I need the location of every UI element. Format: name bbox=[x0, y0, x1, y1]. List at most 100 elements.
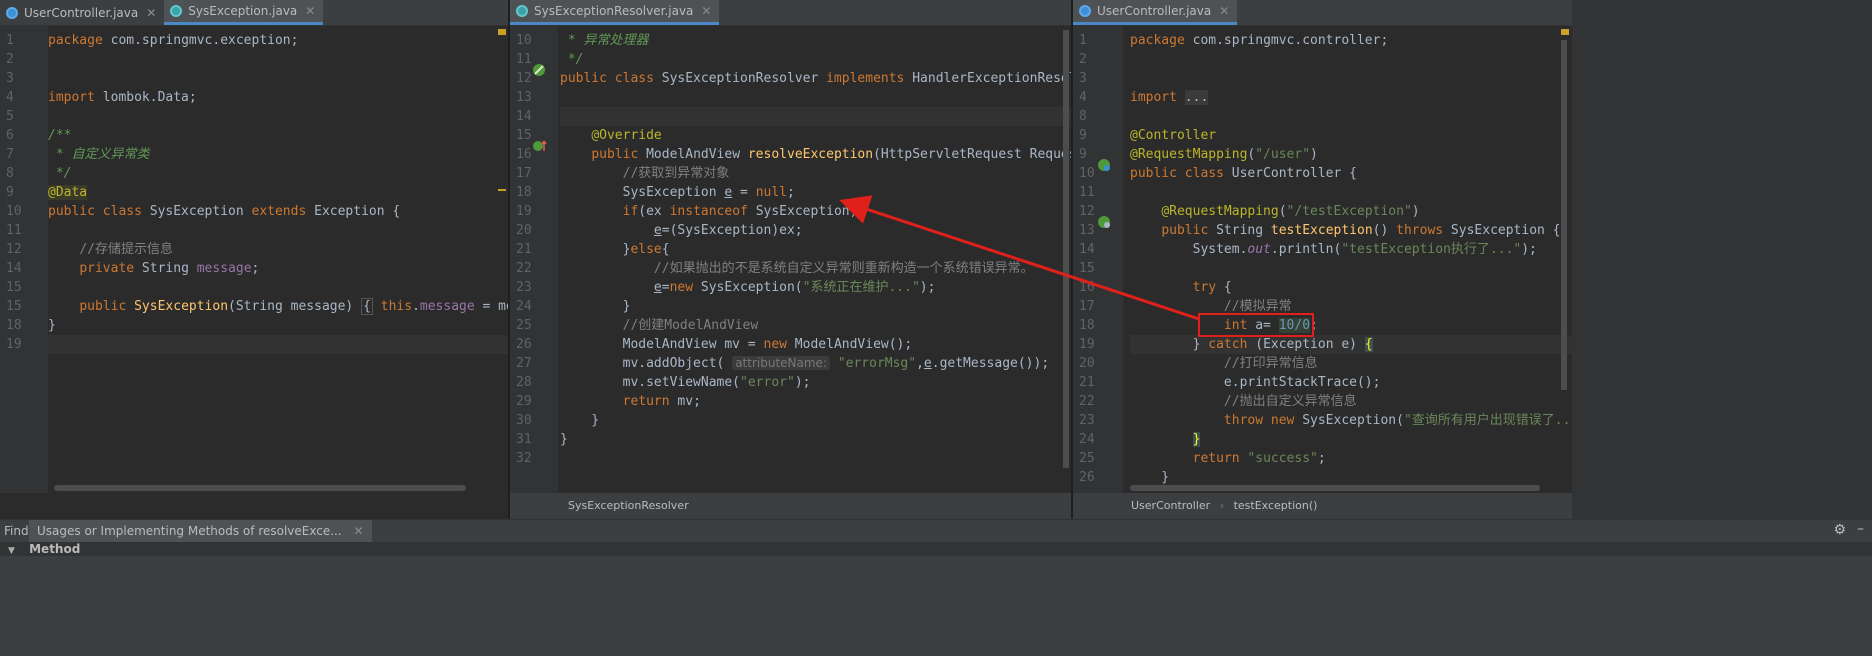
code-line[interactable]: e=(SysException)ex; bbox=[560, 221, 1071, 240]
code-line[interactable]: SysException e = null; bbox=[560, 183, 1071, 202]
code-line[interactable] bbox=[48, 221, 508, 240]
close-icon[interactable]: ✕ bbox=[354, 524, 364, 538]
minimize-icon[interactable]: – bbox=[1857, 521, 1864, 537]
warning-marker[interactable] bbox=[498, 29, 506, 35]
code-line[interactable]: if(ex instanceof SysException){ bbox=[560, 202, 1071, 221]
code-line[interactable]: @Controller bbox=[1130, 126, 1572, 145]
line-number: 24 bbox=[1079, 432, 1095, 447]
close-icon[interactable]: ✕ bbox=[146, 6, 156, 20]
code-line[interactable]: //抛出自定义异常信息 bbox=[1130, 392, 1572, 411]
code-line[interactable] bbox=[560, 88, 1071, 107]
code-line[interactable]: /** bbox=[48, 126, 508, 145]
code-line[interactable]: throw new SysException("查询所有用户出现错误了...")… bbox=[1130, 411, 1572, 430]
code-line[interactable] bbox=[1130, 50, 1572, 69]
line-number: 1 bbox=[6, 33, 14, 48]
close-icon[interactable]: ✕ bbox=[701, 4, 711, 18]
code-editor[interactable]: package com.springmvc.controller; import … bbox=[1130, 25, 1572, 493]
horizontal-scrollbar[interactable] bbox=[1130, 485, 1540, 491]
implements-gutter-icon[interactable] bbox=[532, 63, 546, 82]
code-line[interactable]: //如果抛出的不是系统自定义异常则重新构造一个系统错误异常。 bbox=[560, 259, 1071, 278]
code-line[interactable]: //打印异常信息 bbox=[1130, 354, 1572, 373]
find-tree[interactable]: ▼ Method bbox=[0, 542, 1872, 556]
code-line[interactable]: System.out.println("testException执行了..."… bbox=[1130, 240, 1572, 259]
code-line[interactable]: * 自定义异常类 bbox=[48, 145, 508, 164]
code-line[interactable]: } catch (Exception e) { bbox=[1130, 335, 1572, 354]
code-line[interactable]: int a= 10/0; bbox=[1130, 316, 1572, 335]
code-line[interactable]: ModelAndView mv = new ModelAndView(); bbox=[560, 335, 1071, 354]
code-line[interactable]: public class SysExceptionResolver implem… bbox=[560, 69, 1071, 88]
code-line[interactable]: private String message; bbox=[48, 259, 508, 278]
expand-arrow-icon[interactable]: ▼ bbox=[8, 546, 15, 556]
tab-sysexception[interactable]: SysException.java ✕ bbox=[164, 0, 324, 25]
code-line[interactable]: return mv; bbox=[560, 392, 1071, 411]
breadcrumb-class[interactable]: SysExceptionResolver bbox=[568, 499, 689, 512]
warning-marker[interactable] bbox=[498, 189, 506, 191]
warning-marker[interactable] bbox=[1561, 29, 1569, 35]
code-line[interactable]: @Override bbox=[560, 126, 1071, 145]
code-editor[interactable]: * 异常处理器 */public class SysExceptionResol… bbox=[560, 25, 1071, 493]
code-line[interactable]: import ... bbox=[1130, 88, 1572, 107]
code-line[interactable]: } bbox=[560, 430, 1071, 449]
code-line[interactable]: @RequestMapping("/testException") bbox=[1130, 202, 1572, 221]
code-line[interactable]: e.printStackTrace(); bbox=[1130, 373, 1572, 392]
code-line[interactable]: @Data bbox=[48, 183, 508, 202]
code-line[interactable] bbox=[560, 107, 1071, 126]
code-line[interactable]: } bbox=[1130, 430, 1572, 449]
code-line[interactable]: */ bbox=[560, 50, 1071, 69]
code-line[interactable]: //存储提示信息 bbox=[48, 240, 508, 259]
breadcrumb-class[interactable]: UserController bbox=[1131, 499, 1210, 512]
code-line[interactable] bbox=[1130, 259, 1572, 278]
breadcrumb-method[interactable]: testException() bbox=[1234, 499, 1318, 512]
tab-usercontroller[interactable]: UserController.java ✕ bbox=[1073, 0, 1238, 25]
code-line[interactable] bbox=[48, 278, 508, 297]
code-line[interactable]: try { bbox=[1130, 278, 1572, 297]
code-line[interactable]: public ModelAndView resolveException(Htt… bbox=[560, 145, 1071, 164]
code-line[interactable] bbox=[1130, 183, 1572, 202]
vertical-scrollbar[interactable] bbox=[1063, 30, 1069, 468]
code-line[interactable]: //模拟异常 bbox=[1130, 297, 1572, 316]
code-line[interactable]: import lombok.Data; bbox=[48, 88, 508, 107]
code-line[interactable]: mv.addObject( attributeName: "errorMsg",… bbox=[560, 354, 1071, 373]
code-line[interactable]: //获取到异常对象 bbox=[560, 164, 1071, 183]
code-line[interactable] bbox=[1130, 69, 1572, 88]
code-line[interactable] bbox=[1130, 107, 1572, 126]
gear-icon[interactable]: ⚙ bbox=[1833, 522, 1846, 538]
code-line[interactable]: mv.setViewName("error"); bbox=[560, 373, 1071, 392]
code-line[interactable]: * 异常处理器 bbox=[560, 31, 1071, 50]
code-line[interactable]: */ bbox=[48, 164, 508, 183]
line-number: 22 bbox=[516, 261, 532, 276]
code-line[interactable]: package com.springmvc.exception; bbox=[48, 31, 508, 50]
tab-sysexceptionresolver[interactable]: SysExceptionResolver.java ✕ bbox=[510, 0, 720, 25]
code-line[interactable]: }else{ bbox=[560, 240, 1071, 259]
override-gutter-icon[interactable] bbox=[532, 139, 548, 158]
close-icon[interactable]: ✕ bbox=[305, 4, 315, 18]
request-mapping-gutter-icon[interactable] bbox=[1097, 215, 1111, 234]
code-line[interactable]: } bbox=[48, 316, 508, 335]
code-line[interactable] bbox=[48, 335, 508, 354]
tab-usercontroller[interactable]: UserController.java ✕ bbox=[0, 0, 164, 25]
code-line[interactable]: public class SysException extends Except… bbox=[48, 202, 508, 221]
line-number: 13 bbox=[1079, 223, 1095, 238]
tab-find-usages[interactable]: Usages or Implementing Methods of resolv… bbox=[29, 520, 372, 542]
code-line[interactable] bbox=[48, 50, 508, 69]
code-line[interactable]: //创建ModelAndView bbox=[560, 316, 1071, 335]
code-editor[interactable]: package com.springmvc.exception; import l… bbox=[48, 25, 508, 493]
code-line[interactable]: e=new SysException("系统正在维护..."); bbox=[560, 278, 1071, 297]
close-icon[interactable]: ✕ bbox=[1219, 4, 1229, 18]
code-line[interactable]: public class UserController { bbox=[1130, 164, 1572, 183]
code-line[interactable] bbox=[48, 69, 508, 88]
code-line[interactable]: return "success"; bbox=[1130, 449, 1572, 468]
horizontal-scrollbar[interactable] bbox=[54, 485, 466, 491]
spring-bean-gutter-icon[interactable] bbox=[1097, 158, 1111, 177]
line-number: 25 bbox=[1079, 451, 1095, 466]
code-line[interactable]: public String testException() throws Sys… bbox=[1130, 221, 1572, 240]
code-line[interactable]: public SysException(String message) { th… bbox=[48, 297, 508, 316]
code-line[interactable] bbox=[48, 107, 508, 126]
code-line[interactable] bbox=[560, 449, 1071, 468]
vertical-scrollbar[interactable] bbox=[1561, 40, 1567, 390]
code-line[interactable]: } bbox=[560, 297, 1071, 316]
code-line[interactable]: } bbox=[560, 411, 1071, 430]
code-line[interactable]: @RequestMapping("/user") bbox=[1130, 145, 1572, 164]
code-line[interactable]: package com.springmvc.controller; bbox=[1130, 31, 1572, 50]
editor-pane-sysexception: UserController.java ✕ SysException.java … bbox=[0, 0, 508, 519]
